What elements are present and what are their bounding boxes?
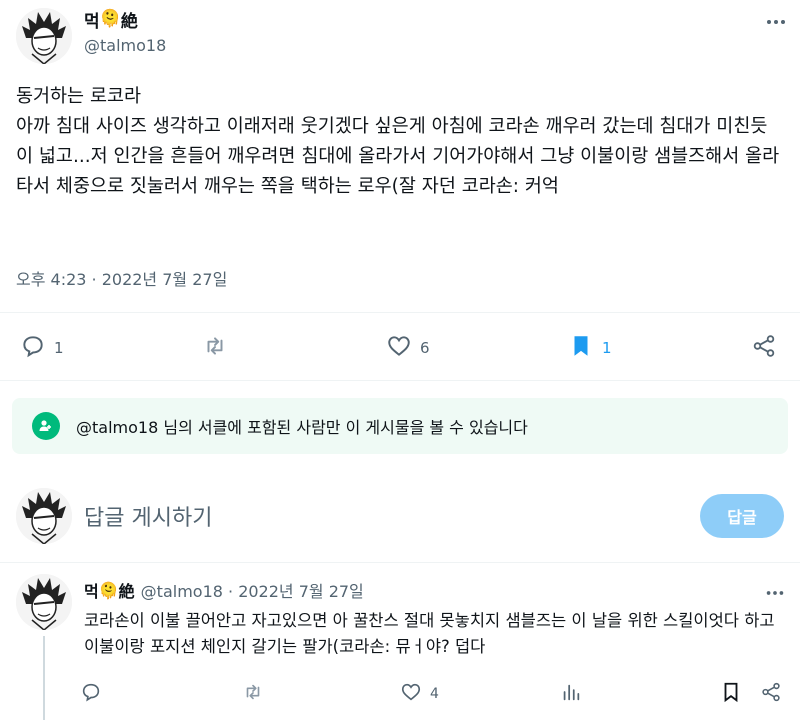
circle-notice: @talmo18 님의 서클에 포함된 사람만 이 게시물을 볼 수 있습니다: [12, 398, 788, 454]
reply-reply-action[interactable]: [80, 681, 102, 707]
reply-name-emoji: 🫠: [98, 580, 119, 600]
reply-author-avatar[interactable]: [16, 574, 72, 630]
reply-submit-button[interactable]: 답글: [700, 494, 784, 538]
like-icon: [400, 681, 422, 707]
reply-text: 코라손이 이불 끌어안고 자고있으면 아 꿀찬스 절대 못놓치지 샘블즈는 이 …: [84, 611, 780, 656]
divider: [0, 312, 800, 313]
share-icon: [760, 681, 782, 707]
bookmark-icon: [720, 681, 742, 707]
share-action[interactable]: [751, 333, 777, 363]
reply-header: 먹 🫠 絶 @talmo18 · 2022년 7월 27일: [84, 578, 364, 602]
reply-icon: [20, 333, 46, 363]
reply-like-action[interactable]: 4: [400, 681, 439, 707]
my-avatar[interactable]: [16, 488, 72, 544]
thread-line: [43, 636, 45, 720]
retweet-icon: [242, 681, 264, 707]
reply-count: 1: [54, 339, 64, 357]
reply-input[interactable]: 답글 게시하기: [84, 500, 674, 534]
author-avatar[interactable]: [16, 8, 72, 64]
like-icon: [386, 333, 412, 363]
author-name-part2: 絶: [120, 11, 138, 32]
reply-bookmark-action[interactable]: [720, 681, 742, 707]
tweet-text: 동거하는 로코라 아까 침대 사이즈 생각하고 이래저래 웃기겠다 싶은게 아침…: [16, 86, 780, 197]
retweet-icon: [202, 333, 228, 363]
divider: [0, 380, 800, 381]
reply-share-action[interactable]: [760, 681, 782, 707]
reply-author-name[interactable]: 먹 🫠 絶: [84, 578, 135, 602]
more-icon[interactable]: [764, 10, 788, 37]
reply-name-part2: 絶: [118, 582, 135, 601]
reply-action[interactable]: 1: [20, 333, 64, 363]
author-name-part1: 먹: [84, 11, 100, 32]
like-action[interactable]: 6: [386, 333, 430, 363]
retweet-action[interactable]: [202, 333, 228, 363]
author-name[interactable]: 먹 🫠 絶: [84, 8, 138, 32]
tweet-timestamp[interactable]: 오후 4:23 · 2022년 7월 27일: [16, 266, 227, 290]
divider: [0, 562, 800, 563]
like-count: 6: [420, 339, 430, 357]
bookmark-icon: [568, 333, 594, 363]
author-name-emoji: 🫠: [99, 9, 121, 29]
circle-notice-text: @talmo18 님의 서클에 포함된 사람만 이 게시물을 볼 수 있습니다: [76, 418, 528, 437]
bookmark-count: 1: [602, 339, 612, 357]
reply-more-icon[interactable]: [764, 582, 786, 608]
reply-handle-date[interactable]: @talmo18 · 2022년 7월 27일: [141, 578, 364, 602]
reply-views-action[interactable]: [560, 681, 582, 707]
circle-people-icon: [32, 412, 60, 440]
reply-retweet-action[interactable]: [242, 681, 264, 707]
reply-like-count: 4: [430, 686, 439, 702]
author-handle[interactable]: @talmo18: [84, 36, 166, 55]
views-icon: [560, 681, 582, 707]
reply-icon: [80, 681, 102, 707]
reply-name-part1: 먹: [84, 582, 99, 601]
share-icon: [751, 333, 777, 363]
bookmark-action[interactable]: 1: [568, 333, 612, 363]
